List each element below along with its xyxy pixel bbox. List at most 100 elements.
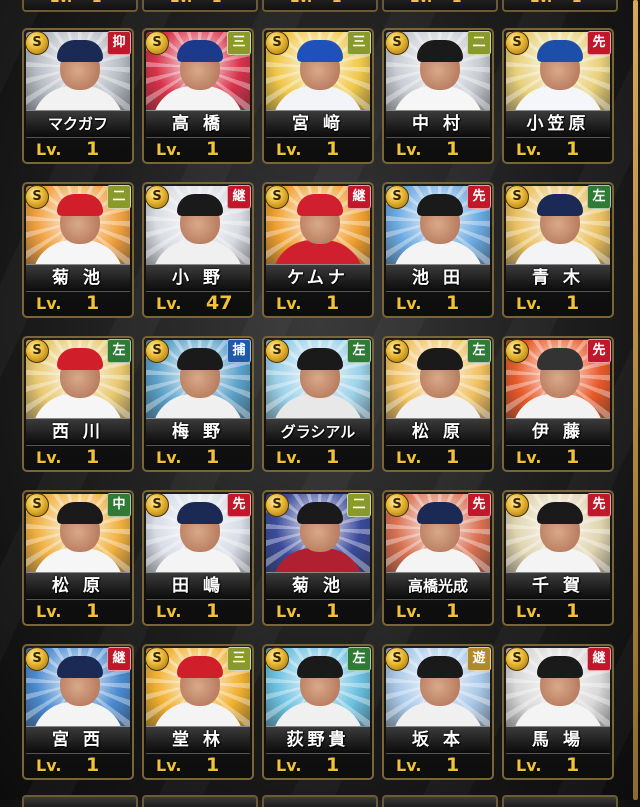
cap-shape: [177, 194, 223, 216]
s-rank-icon: S: [505, 647, 529, 671]
player-card[interactable]: S 先池 田 Lv. 1: [382, 182, 494, 318]
player-level: Lv. 1: [504, 754, 612, 778]
player-name: 宮 西: [26, 726, 130, 754]
position-badge: 中: [107, 493, 131, 517]
player-name: 青 木: [506, 264, 610, 292]
position-badge: 二: [107, 185, 131, 209]
s-rank-icon: S: [265, 185, 289, 209]
level-label: Lv.: [156, 756, 182, 775]
cap-shape: [57, 348, 103, 370]
player-level: Lv. 1: [504, 138, 612, 162]
player-card[interactable]: S 左松 原 Lv. 1: [382, 336, 494, 472]
level-label: Lv.: [396, 140, 422, 159]
player-name: 西 川: [26, 418, 130, 446]
position-badge: 左: [107, 339, 131, 363]
cap-shape: [537, 348, 583, 370]
player-card[interactable]: S 抑マクガフ Lv. 1: [22, 28, 134, 164]
player-name: 菊 池: [26, 264, 130, 292]
player-level: Lv. 47: [144, 292, 252, 316]
player-card[interactable]: S 左グラシアル Lv. 1: [262, 336, 374, 472]
bottom-card-partial[interactable]: [502, 795, 618, 807]
cap-shape: [177, 656, 223, 678]
level-value: 1: [566, 446, 580, 468]
bottom-card-partial[interactable]: [142, 795, 258, 807]
player-card[interactable]: S 継ケムナ Lv. 1: [262, 182, 374, 318]
player-name: 高橋光成: [386, 572, 490, 600]
position-badge: 二: [467, 31, 491, 55]
player-card[interactable]: S 左青 木 Lv. 1: [502, 182, 614, 318]
position-badge: 先: [467, 185, 491, 209]
cap-shape: [57, 194, 103, 216]
player-level: Lv. 1: [24, 600, 132, 624]
position-badge: 三: [347, 31, 371, 55]
player-card[interactable]: S 継馬 場 Lv. 1: [502, 644, 614, 780]
player-card[interactable]: S 中松 原 Lv. 1: [22, 490, 134, 626]
position-badge: 三: [227, 31, 251, 55]
player-level: Lv. 1: [264, 138, 372, 162]
level-value: 47: [206, 292, 233, 314]
player-name: 池 田: [386, 264, 490, 292]
player-name: 宮 﨑: [266, 110, 370, 138]
bottom-card-partial[interactable]: [22, 795, 138, 807]
player-card[interactable]: S 継宮 西 Lv. 1: [22, 644, 134, 780]
s-rank-icon: S: [385, 185, 409, 209]
level-value: 1: [86, 600, 100, 622]
player-card[interactable]: S 先田 嶋 Lv. 1: [142, 490, 254, 626]
position-badge: 左: [467, 339, 491, 363]
cap-shape: [417, 40, 463, 62]
position-badge: 捕: [227, 339, 251, 363]
player-card[interactable]: S 先高橋光成 Lv. 1: [382, 490, 494, 626]
player-card[interactable]: S 二菊 池 Lv. 1: [22, 182, 134, 318]
player-card[interactable]: S 三宮 﨑 Lv. 1: [262, 28, 374, 164]
level-label: Lv.: [276, 294, 302, 313]
level-value: 1: [566, 754, 580, 776]
player-name: 坂 本: [386, 726, 490, 754]
player-name: 荻野貴: [266, 726, 370, 754]
player-card[interactable]: S 左荻野貴 Lv. 1: [262, 644, 374, 780]
bottom-card-partial[interactable]: [262, 795, 378, 807]
level-label: Lv.: [516, 448, 542, 467]
player-name: 梅 野: [146, 418, 250, 446]
scrollbar[interactable]: [633, 0, 638, 800]
s-rank-icon: S: [265, 647, 289, 671]
s-rank-icon: S: [505, 493, 529, 517]
player-name: 伊 藤: [506, 418, 610, 446]
player-card[interactable]: S 先千 賀 Lv. 1: [502, 490, 614, 626]
position-badge: 継: [587, 647, 611, 671]
player-card[interactable]: S 遊坂 本 Lv. 1: [382, 644, 494, 780]
level-label: Lv.: [516, 140, 542, 159]
player-card[interactable]: S 捕梅 野 Lv. 1: [142, 336, 254, 472]
player-level: Lv. 1: [384, 292, 492, 316]
player-name: 小笠原: [506, 110, 610, 138]
player-card[interactable]: S 三堂 林 Lv. 1: [142, 644, 254, 780]
player-level: Lv. 1: [264, 292, 372, 316]
cap-shape: [57, 502, 103, 524]
position-badge: 抑: [107, 31, 131, 55]
level-label: Lv.: [396, 448, 422, 467]
player-card[interactable]: S 二中 村 Lv. 1: [382, 28, 494, 164]
player-card[interactable]: S 左西 川 Lv. 1: [22, 336, 134, 472]
player-card[interactable]: S 継小 野 Lv. 47: [142, 182, 254, 318]
cap-shape: [297, 348, 343, 370]
player-card[interactable]: S 先小笠原 Lv. 1: [502, 28, 614, 164]
player-card[interactable]: S 三高 橋 Lv. 1: [142, 28, 254, 164]
level-value: 1: [86, 292, 100, 314]
player-level: Lv. 1: [264, 600, 372, 624]
player-level: Lv. 1: [504, 600, 612, 624]
cap-shape: [537, 194, 583, 216]
position-badge: 先: [587, 339, 611, 363]
s-rank-icon: S: [145, 31, 169, 55]
level-label: Lv.: [396, 294, 422, 313]
player-card[interactable]: S 先伊 藤 Lv. 1: [502, 336, 614, 472]
level-label: Lv.: [516, 602, 542, 621]
player-level: Lv. 1: [384, 754, 492, 778]
position-badge: 継: [227, 185, 251, 209]
level-value: 1: [326, 600, 340, 622]
level-label: Lv.: [36, 448, 62, 467]
player-card[interactable]: S 二菊 池 Lv. 1: [262, 490, 374, 626]
level-value: 1: [566, 138, 580, 160]
s-rank-icon: S: [145, 493, 169, 517]
level-label: Lv.: [276, 602, 302, 621]
level-label: Lv.: [36, 602, 62, 621]
bottom-card-partial[interactable]: [382, 795, 498, 807]
